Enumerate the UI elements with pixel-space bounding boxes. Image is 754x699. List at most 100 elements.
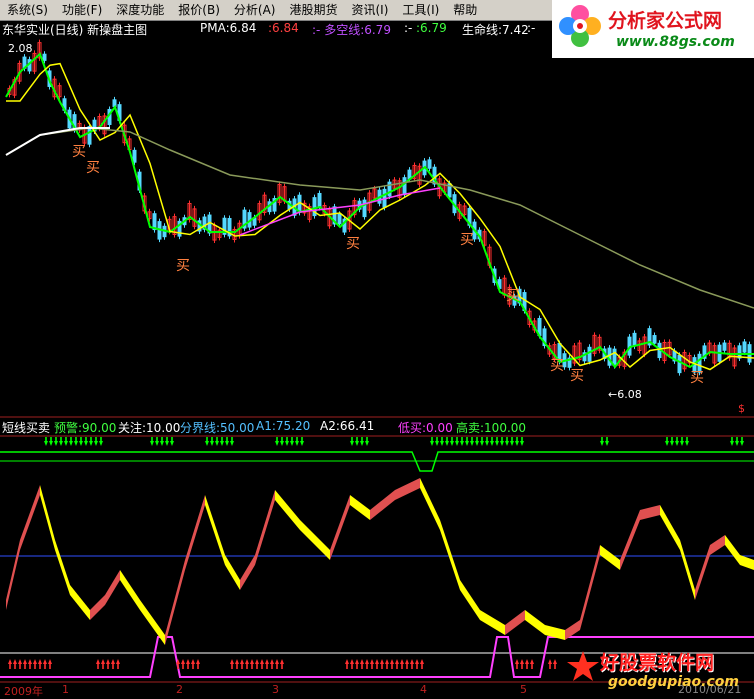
buy-arrow-icon — [34, 664, 36, 669]
sell-arrow-icon — [171, 437, 173, 441]
oscillator-band — [105, 570, 120, 605]
sell-arrow-icon — [69, 441, 73, 446]
date-month-2: 2 — [176, 683, 183, 696]
oscillator-band — [440, 520, 460, 590]
low-buy-value: 低买:0.00 — [398, 421, 453, 435]
sell-arrow-icon — [275, 441, 279, 446]
sell-arrow-icon — [160, 441, 164, 446]
buy-arrow-icon — [251, 664, 253, 669]
buy-arrow-icon — [351, 664, 353, 669]
sell-arrow-icon — [476, 437, 478, 441]
oscillator-band — [255, 490, 275, 565]
buy-signal-label: 买 — [176, 258, 190, 274]
sell-arrow-icon — [510, 441, 514, 446]
buy-signal-label: 买 — [86, 160, 100, 176]
buy-signal-label: 买 — [550, 358, 564, 374]
sell-arrow-icon — [600, 441, 604, 446]
sell-arrow-icon — [515, 441, 519, 446]
buy-arrow-icon — [416, 664, 418, 669]
sell-arrow-icon — [95, 437, 97, 441]
buy-arrow-icon — [39, 664, 41, 669]
candle-body — [612, 348, 617, 367]
sell-arrow-icon — [465, 441, 469, 446]
sell-arrow-icon — [685, 441, 689, 446]
sell-arrow-icon — [671, 437, 673, 441]
buy-arrow-icon — [44, 664, 46, 669]
sell-arrow-icon — [80, 437, 82, 441]
sell-arrow-icon — [89, 441, 93, 446]
sell-arrow-icon — [70, 437, 72, 441]
buy-arrow-icon — [14, 664, 16, 669]
oscillator-band — [740, 555, 754, 570]
buy-arrow-icon — [276, 664, 278, 669]
buy-arrow-icon — [181, 659, 185, 664]
oscillator-band — [350, 495, 370, 520]
sell-arrow-icon — [90, 437, 92, 441]
sell-arrow-icon — [84, 441, 88, 446]
sell-arrow-icon — [366, 437, 368, 441]
sell-arrow-icon — [365, 441, 369, 446]
buy-arrow-icon — [235, 659, 239, 664]
chart-canvas[interactable]: 2.08 ←6.08 $ 买 买 买 买 买 买 买 买 买 — [0, 0, 754, 698]
sell-arrow-icon — [281, 437, 283, 441]
sell-arrow-icon — [350, 441, 354, 446]
sell-arrow-icon — [606, 437, 608, 441]
sell-arrow-icon — [675, 441, 679, 446]
buy-arrow-icon — [400, 659, 404, 664]
sell-arrow-icon — [501, 437, 503, 441]
buy-arrow-icon — [18, 659, 22, 664]
sell-arrow-icon — [75, 437, 77, 441]
sell-arrow-icon — [490, 441, 494, 446]
sell-arrow-icon — [356, 437, 358, 441]
buy-arrow-icon — [521, 664, 523, 669]
oscillator-band — [600, 545, 620, 570]
logo-brand-text: 分析家公式网 — [608, 10, 723, 32]
sell-arrow-icon — [480, 441, 484, 446]
flower-logo-icon — [559, 5, 601, 47]
bottom-brand-logo[interactable]: 好股票软件网 goodgupiao.com — [564, 640, 754, 698]
sell-arrow-icon — [165, 441, 169, 446]
buy-arrow-icon — [420, 659, 424, 664]
oscillator-band — [505, 610, 525, 635]
buy-arrow-icon — [13, 659, 17, 664]
candle-body — [587, 346, 592, 362]
sell-arrow-icon — [520, 441, 524, 446]
buy-arrow-icon — [117, 664, 119, 669]
sell-arrow-icon — [55, 437, 57, 441]
buy-arrow-icon — [230, 659, 234, 664]
sell-arrow-icon — [455, 441, 459, 446]
sell-arrow-icon — [60, 437, 62, 441]
sell-arrow-icon — [470, 441, 474, 446]
oscillator-band — [640, 505, 660, 520]
sell-arrow-icon — [446, 437, 448, 441]
buy-arrow-icon — [371, 664, 373, 669]
buy-arrow-icon — [386, 664, 388, 669]
buy-arrow-icon — [275, 659, 279, 664]
sell-arrow-icon — [225, 441, 229, 446]
top-brand-logo[interactable]: 分析家公式网 www.88gs.com — [552, 0, 754, 58]
sell-arrow-icon — [94, 441, 98, 446]
logo-url-text: www.88gs.com — [616, 34, 735, 50]
sell-arrow-icon — [45, 437, 47, 441]
oscillator-band — [660, 505, 680, 550]
oscillator-band — [70, 585, 90, 620]
candle-body — [337, 213, 342, 225]
oscillator-band — [55, 540, 70, 595]
buy-arrow-icon — [346, 664, 348, 669]
buy-arrow-icon — [411, 664, 413, 669]
sell-arrow-icon — [276, 437, 278, 441]
buy-arrow-icon — [29, 664, 31, 669]
buy-arrow-icon — [530, 659, 534, 664]
sell-arrow-icon — [466, 437, 468, 441]
buy-signal-label: 买 — [72, 144, 86, 160]
low-price-label: ←6.08 — [608, 388, 642, 401]
buy-arrow-icon — [525, 659, 529, 664]
buy-arrow-icon — [231, 664, 233, 669]
buy-arrow-icon — [370, 659, 374, 664]
buy-arrow-icon — [112, 664, 114, 669]
sell-arrow-icon — [676, 437, 678, 441]
buy-arrow-icon — [261, 664, 263, 669]
price-panel — [5, 39, 754, 376]
sell-arrow-icon — [731, 437, 733, 441]
oscillator-band — [580, 545, 600, 630]
